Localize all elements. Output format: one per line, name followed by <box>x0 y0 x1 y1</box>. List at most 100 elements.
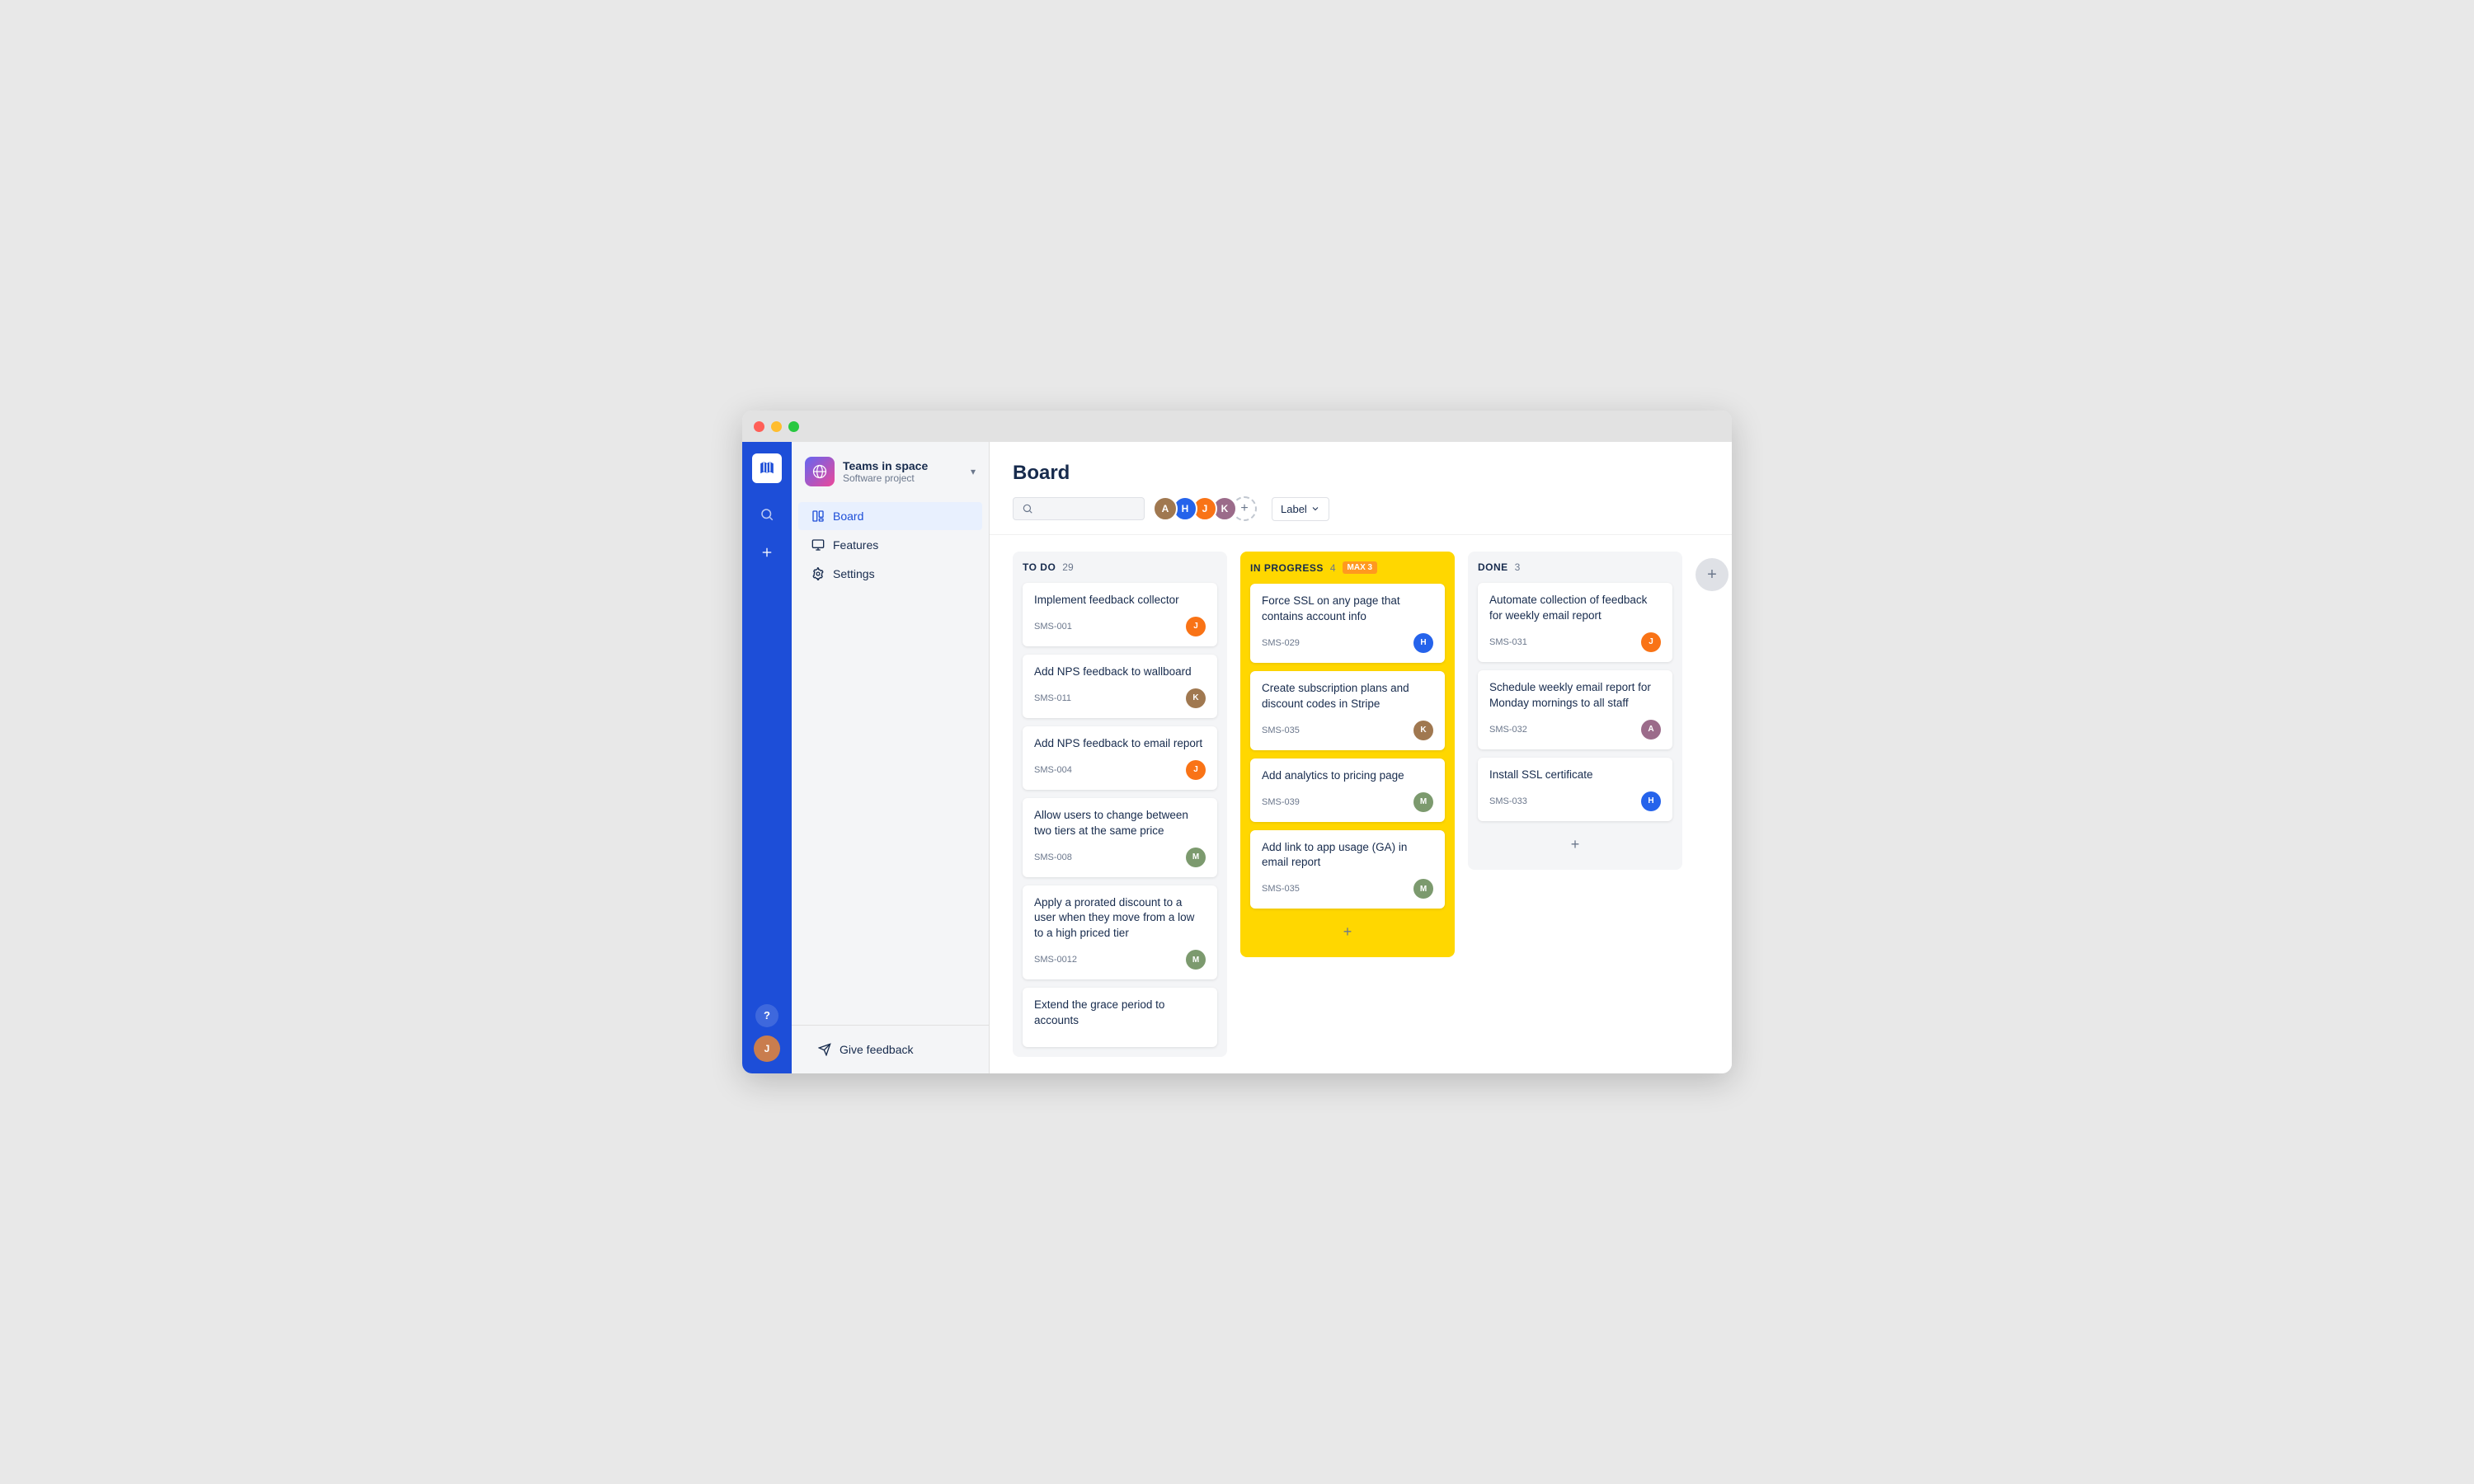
app-logo[interactable] <box>752 453 782 483</box>
help-icon-button[interactable]: ? <box>755 1004 778 1027</box>
card-sms-0013[interactable]: Extend the grace period to accounts <box>1023 988 1217 1047</box>
project-header[interactable]: Teams in space Software project ▾ <box>792 442 989 498</box>
card-sms-032[interactable]: Schedule weekly email report for Monday … <box>1478 670 1672 749</box>
titlebar <box>742 411 1732 442</box>
member-avatars: A H J K + <box>1153 496 1257 521</box>
search-icon <box>1022 503 1033 514</box>
card-sms-035a-id: SMS-035 <box>1262 726 1300 735</box>
column-done-title: DONE <box>1478 561 1508 573</box>
card-sms-032-footer: SMS-032 A <box>1489 720 1661 740</box>
board-toolbar: A H J K + Label <box>1013 496 1709 521</box>
card-sms-029[interactable]: Force SSL on any page that contains acco… <box>1250 584 1445 663</box>
card-sms-035a-avatar: K <box>1413 721 1433 740</box>
add-card-done-button[interactable]: + <box>1478 829 1672 860</box>
card-sms-004-title: Add NPS feedback to email report <box>1034 736 1206 752</box>
card-sms-004[interactable]: Add NPS feedback to email report SMS-004… <box>1023 726 1217 790</box>
project-icon <box>805 457 835 486</box>
card-sms-011-title: Add NPS feedback to wallboard <box>1034 665 1206 680</box>
minimize-button[interactable] <box>771 421 782 432</box>
user-avatar[interactable]: J <box>754 1036 780 1062</box>
card-sms-031-avatar: J <box>1641 632 1661 652</box>
sidebar-item-settings[interactable]: Settings <box>798 560 982 588</box>
card-sms-0012-footer: SMS-0012 M <box>1034 950 1206 970</box>
card-sms-0012-id: SMS-0012 <box>1034 955 1077 965</box>
card-sms-035a-footer: SMS-035 K <box>1262 721 1433 740</box>
column-todo-title: TO DO <box>1023 561 1056 573</box>
column-inprogress-header: IN PROGRESS 4 MAX 3 <box>1250 561 1445 574</box>
card-sms-039-avatar: M <box>1413 792 1433 812</box>
card-sms-011-footer: SMS-011 K <box>1034 688 1206 708</box>
sidebar-item-board[interactable]: Board <box>798 502 982 530</box>
search-icon-button[interactable] <box>752 500 782 529</box>
column-todo: TO DO 29 Implement feedback collector SM… <box>1013 552 1227 1057</box>
nav-items: Board Features Se <box>792 498 989 592</box>
card-sms-008-title: Allow users to change between two tiers … <box>1034 808 1206 839</box>
create-icon-button[interactable] <box>752 538 782 567</box>
card-sms-035a[interactable]: Create subscription plans and discount c… <box>1250 671 1445 750</box>
label-filter-button[interactable]: Label <box>1272 497 1329 521</box>
close-button[interactable] <box>754 421 764 432</box>
card-sms-004-avatar: J <box>1186 760 1206 780</box>
sidebar-item-features[interactable]: Features <box>798 531 982 559</box>
card-sms-035b-title: Add link to app usage (GA) in email repo… <box>1262 840 1433 871</box>
card-sms-031-footer: SMS-031 J <box>1489 632 1661 652</box>
card-sms-0012[interactable]: Apply a prorated discount to a user when… <box>1023 885 1217 980</box>
label-filter-text: Label <box>1281 503 1307 515</box>
card-sms-011-id: SMS-011 <box>1034 693 1071 703</box>
sidebar-item-settings-label: Settings <box>833 567 875 580</box>
card-sms-011[interactable]: Add NPS feedback to wallboard SMS-011 K <box>1023 655 1217 718</box>
search-box[interactable] <box>1013 497 1145 520</box>
card-sms-008[interactable]: Allow users to change between two tiers … <box>1023 798 1217 877</box>
maximize-button[interactable] <box>788 421 799 432</box>
card-sms-035b-footer: SMS-035 M <box>1262 879 1433 899</box>
add-card-inprogress-button[interactable]: + <box>1250 917 1445 947</box>
column-inprogress-count: 4 <box>1330 562 1336 574</box>
add-column-button[interactable]: + <box>1696 558 1729 591</box>
project-name: Teams in space <box>843 459 962 472</box>
card-sms-001-title: Implement feedback collector <box>1034 593 1206 608</box>
card-sms-039-title: Add analytics to pricing page <box>1262 768 1433 784</box>
column-todo-count: 29 <box>1062 561 1073 573</box>
card-sms-029-footer: SMS-029 H <box>1262 633 1433 653</box>
card-sms-032-title: Schedule weekly email report for Monday … <box>1489 680 1661 711</box>
card-sms-039-id: SMS-039 <box>1262 797 1300 807</box>
main-content: Board A H J K + <box>990 442 1732 1073</box>
card-sms-039[interactable]: Add analytics to pricing page SMS-039 M <box>1250 758 1445 822</box>
give-feedback-label: Give feedback <box>840 1043 914 1056</box>
app-body: ? J Teams in space <box>742 442 1732 1073</box>
member-avatar-1[interactable]: A <box>1153 496 1178 521</box>
give-feedback-section: Give feedback <box>792 1025 989 1073</box>
column-done-header: DONE 3 <box>1478 561 1672 573</box>
column-inprogress: IN PROGRESS 4 MAX 3 Force SSL on any pag… <box>1240 552 1455 957</box>
card-sms-035b-avatar: M <box>1413 879 1433 899</box>
card-sms-031-title: Automate collection of feedback for week… <box>1489 593 1661 624</box>
card-sms-0012-avatar: M <box>1186 950 1206 970</box>
sidebar-narrow: ? J <box>742 442 792 1073</box>
card-sms-0012-title: Apply a prorated discount to a user when… <box>1034 895 1206 942</box>
column-done-count: 3 <box>1515 561 1521 573</box>
card-sms-033-avatar: H <box>1641 791 1661 811</box>
give-feedback-button[interactable]: Give feedback <box>805 1036 976 1064</box>
card-sms-001-avatar: J <box>1186 617 1206 636</box>
card-sms-039-footer: SMS-039 M <box>1262 792 1433 812</box>
card-sms-004-footer: SMS-004 J <box>1034 760 1206 780</box>
card-sms-029-id: SMS-029 <box>1262 638 1300 648</box>
card-sms-033[interactable]: Install SSL certificate SMS-033 H <box>1478 758 1672 821</box>
card-sms-032-avatar: A <box>1641 720 1661 740</box>
chevron-down-icon <box>1310 504 1320 514</box>
column-inprogress-title: IN PROGRESS <box>1250 562 1324 574</box>
app-window: ? J Teams in space <box>742 411 1732 1073</box>
card-sms-001[interactable]: Implement feedback collector SMS-001 J <box>1023 583 1217 646</box>
sidebar-item-board-label: Board <box>833 510 863 523</box>
column-todo-header: TO DO 29 <box>1023 561 1217 573</box>
card-sms-031[interactable]: Automate collection of feedback for week… <box>1478 583 1672 662</box>
card-sms-008-avatar: M <box>1186 848 1206 867</box>
column-inprogress-badge: MAX 3 <box>1343 561 1378 574</box>
card-sms-029-title: Force SSL on any page that contains acco… <box>1262 594 1433 625</box>
project-type: Software project <box>843 472 962 484</box>
card-sms-031-id: SMS-031 <box>1489 637 1527 647</box>
column-done: DONE 3 Automate collection of feedback f… <box>1468 552 1682 869</box>
card-sms-008-footer: SMS-008 M <box>1034 848 1206 867</box>
card-sms-035b[interactable]: Add link to app usage (GA) in email repo… <box>1250 830 1445 909</box>
card-sms-033-id: SMS-033 <box>1489 796 1527 806</box>
